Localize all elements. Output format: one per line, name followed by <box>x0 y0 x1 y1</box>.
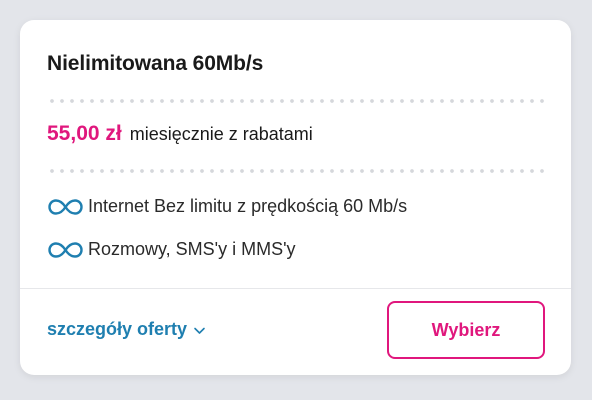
feature-item: Internet Bez limitu z prędkością 60 Mb/s <box>47 196 407 217</box>
offer-details-link[interactable]: szczegóły oferty <box>47 319 206 340</box>
feature-text: Rozmowy, SMS'y i MMS'y <box>88 239 296 259</box>
chevron-down-icon <box>194 327 205 334</box>
price-description: miesięcznie z rabatami <box>129 124 313 144</box>
feature-item: Rozmowy, SMS'y i MMS'y <box>47 239 296 260</box>
choose-button[interactable]: Wybierz <box>387 301 545 359</box>
footer-divider <box>20 288 571 289</box>
price-row: 55,00 zł miesięcznie z rabatami <box>47 122 313 146</box>
offer-title: Nielimitowana 60Mb/s <box>47 52 264 75</box>
infinity-icon <box>48 198 83 215</box>
dotted-divider <box>47 99 547 103</box>
dotted-divider <box>47 169 547 173</box>
offer-price: 55,00 zł <box>47 122 122 145</box>
offer-details-label: szczegóły oferty <box>47 319 188 339</box>
infinity-icon <box>48 241 83 258</box>
offer-card: Nielimitowana 60Mb/s 55,00 zł miesięczni… <box>20 20 571 375</box>
feature-text: Internet Bez limitu z prędkością 60 Mb/s <box>88 196 408 216</box>
